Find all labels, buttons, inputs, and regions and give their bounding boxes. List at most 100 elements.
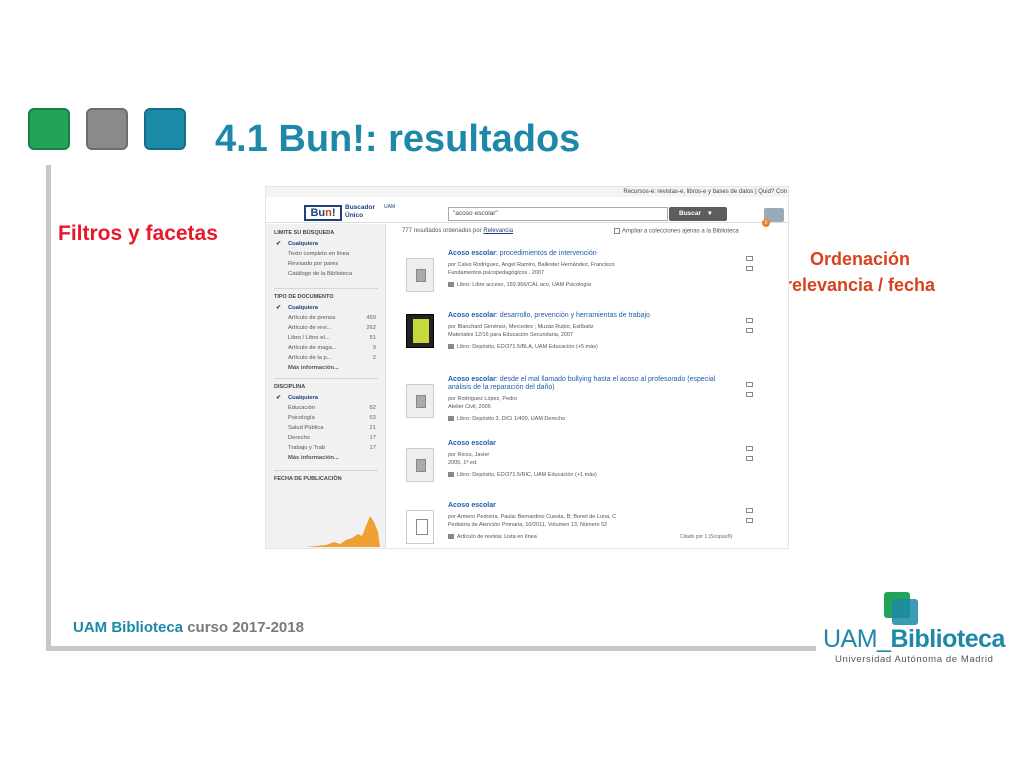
facet-option-label: Cualquiera xyxy=(288,395,318,401)
facet-option[interactable]: Artículo de maga... 9 xyxy=(274,343,382,353)
email-icon[interactable] xyxy=(746,508,753,513)
result-title-main: Acoso escolar xyxy=(448,312,496,319)
publication-date-histogram xyxy=(276,516,380,547)
book-cover-icon xyxy=(413,319,429,343)
result-thumbnail[interactable] xyxy=(406,448,434,482)
save-folder-icon[interactable] xyxy=(746,456,753,461)
search-input[interactable]: "acoso escolar" xyxy=(448,207,668,221)
facet-option[interactable]: Más información... xyxy=(274,363,382,373)
bun-logo[interactable]: Bun! Buscador Único UAM xyxy=(304,203,396,223)
facet-option[interactable]: ✔ Cualquiera xyxy=(274,239,382,249)
facet-option[interactable]: Revisado por pares xyxy=(274,259,382,269)
facet-option-label: Derecho xyxy=(288,435,310,441)
result-title[interactable]: Acoso escolar: desde el mal llamado bull… xyxy=(448,376,738,392)
facet-option[interactable]: ✔ Cualquiera xyxy=(274,303,382,313)
save-folder-icon[interactable] xyxy=(746,518,753,523)
bun-screenshot: Recursos-e: revistas-e, libros-e y bases… xyxy=(265,186,789,549)
email-icon[interactable] xyxy=(746,318,753,323)
facet-option-label: Artículo de prensa xyxy=(288,315,336,321)
facet-option[interactable]: Artículo de revi... 262 xyxy=(274,323,382,333)
availability-text: Artículo de revista: Lista en línea xyxy=(457,534,537,540)
result-availability[interactable]: Libro: Depósito, ED/371.5/BLA, UAM Educa… xyxy=(448,344,738,350)
annotation-filters: Filtros y facetas xyxy=(58,222,218,245)
result-thumbnail[interactable] xyxy=(406,384,434,418)
vertical-divider xyxy=(46,165,51,649)
result-item: Acoso escolar por Armero Pedreira, Paula;… xyxy=(402,502,753,548)
result-availability[interactable]: Libro: Libre acceso, 159.966/CAL aco, UA… xyxy=(448,282,738,288)
result-title[interactable]: Acoso escolar: desarrollo, prevención y … xyxy=(448,312,738,320)
checkbox-icon[interactable] xyxy=(614,228,620,234)
facet-option[interactable]: Artículo de la p... 2 xyxy=(274,353,382,363)
facet-option[interactable]: Derecho 17 xyxy=(274,433,382,443)
expand-collections[interactable]: Ampliar a colecciones ajenas a la Biblio… xyxy=(614,228,739,235)
facet-option[interactable]: ✔ Cualquiera xyxy=(274,393,382,403)
results-panel: 777 resultados ordenados por Relevancia … xyxy=(390,224,788,548)
result-title-main: Acoso escolar xyxy=(448,440,496,447)
uam-logo-subtitle: Universidad Autónoma de Madrid xyxy=(835,654,994,665)
uam-logo-icon-overlay xyxy=(892,599,918,625)
result-title[interactable]: Acoso escolar: procedimientos de interve… xyxy=(448,250,738,258)
facet-count: 450 xyxy=(366,315,376,321)
email-icon[interactable] xyxy=(746,382,753,387)
slide-title: 4.1 Bun!: resultados xyxy=(215,118,581,160)
footer-org: UAM Biblioteca xyxy=(73,619,184,636)
result-title-sub: : procedimientos de intervención xyxy=(495,250,597,257)
result-authors: por Blanchard Giménez, Mercedes ; Muzás … xyxy=(448,324,594,330)
result-title[interactable]: Acoso escolar xyxy=(448,502,738,510)
save-folder-icon[interactable] xyxy=(746,266,753,271)
result-authors: por Rodríguez López, Pedro xyxy=(448,396,518,402)
facet-option-label: Cualquiera xyxy=(288,241,318,247)
logo-biblioteca: Biblioteca xyxy=(890,625,1005,653)
facet-option-label: Educación xyxy=(288,405,316,411)
email-icon[interactable] xyxy=(746,256,753,261)
facet-count: 21 xyxy=(369,425,376,431)
result-title-main: Acoso escolar xyxy=(448,376,496,383)
result-authors: por Calvo Rodríguez, Ángel Ramiro, Balle… xyxy=(448,262,615,268)
result-title[interactable]: Acoso escolar xyxy=(448,440,738,448)
facet-divider xyxy=(274,288,378,289)
result-thumbnail[interactable] xyxy=(406,258,434,292)
result-source: 2005, 1ª ed. xyxy=(448,460,478,466)
search-button[interactable]: Buscar ▾ xyxy=(669,207,727,221)
result-title-sub: : desarrollo, prevención y herramientas … xyxy=(495,312,650,319)
facet-option[interactable]: Catálogo de la Biblioteca xyxy=(274,269,382,279)
results-count: 777 resultados ordenados por Relevancia xyxy=(402,228,513,234)
slide: 4.1 Bun!: resultados Filtros y facetas O… xyxy=(0,0,1024,768)
facet-count: 17 xyxy=(369,435,376,441)
save-folder-icon[interactable] xyxy=(746,392,753,397)
facet-option[interactable]: Psicología 63 xyxy=(274,413,382,423)
check-icon: ✔ xyxy=(276,395,281,401)
facet-option[interactable]: Más información... xyxy=(274,453,382,463)
result-item: Acoso escolar: desde el mal llamado bull… xyxy=(402,376,753,434)
facet-option[interactable]: Artículo de prensa 450 xyxy=(274,313,382,323)
facet-option[interactable]: Texto completo en línea xyxy=(274,249,382,259)
email-icon[interactable] xyxy=(746,446,753,451)
save-folder-icon[interactable] xyxy=(746,328,753,333)
facet-count: 17 xyxy=(369,445,376,451)
annotation-sorting: Ordenación relevancia / fecha xyxy=(765,246,955,298)
facet-group: LIMITE SU BÚSQUEDA ✔ Cualquiera Texto compl… xyxy=(274,230,382,279)
facet-option[interactable]: Educación 82 xyxy=(274,403,382,413)
facet-option-label: Artículo de la p... xyxy=(288,355,332,361)
facet-option[interactable]: Trabajo y Trab 17 xyxy=(274,443,382,453)
facet-option-label: Artículo de revi... xyxy=(288,325,332,331)
facet-group: TIPO DE DOCUMENTO ✔ Cualquiera Artículo de … xyxy=(274,294,382,373)
facet-divider xyxy=(274,378,378,379)
result-availability[interactable]: Libro: Depósito, ED/371.5/RIC, UAM Educa… xyxy=(448,472,738,478)
availability-icon xyxy=(448,344,454,350)
top-links[interactable]: Recursos-e: revistas-e, libros-e y bases… xyxy=(266,187,788,197)
result-availability[interactable]: Libro: Depósito 3, D/Ci 1/400, UAM Derec… xyxy=(448,416,738,422)
bun-logo-line1: Buscador xyxy=(345,204,375,211)
facet-option-label: Revisado por pares xyxy=(288,261,339,267)
result-source: Fundamentos psicopedagógicos , 2007 xyxy=(448,270,545,276)
facet-option[interactable]: Libro / Libro el... 51 xyxy=(274,333,382,343)
result-thumbnail[interactable] xyxy=(406,510,434,544)
sort-relevance-link[interactable]: Relevancia xyxy=(483,228,513,234)
availability-icon xyxy=(448,472,454,478)
facet-option[interactable]: Salud Pública 21 xyxy=(274,423,382,433)
citation-count[interactable]: Citado por 1 (Scopus®) xyxy=(680,534,732,540)
facet-option-label: Libro / Libro el... xyxy=(288,335,330,341)
result-thumbnail[interactable] xyxy=(406,314,434,348)
facet-heading: LIMITE SU BÚSQUEDA xyxy=(274,230,335,236)
facet-heading: DISCIPLINA xyxy=(274,384,306,390)
